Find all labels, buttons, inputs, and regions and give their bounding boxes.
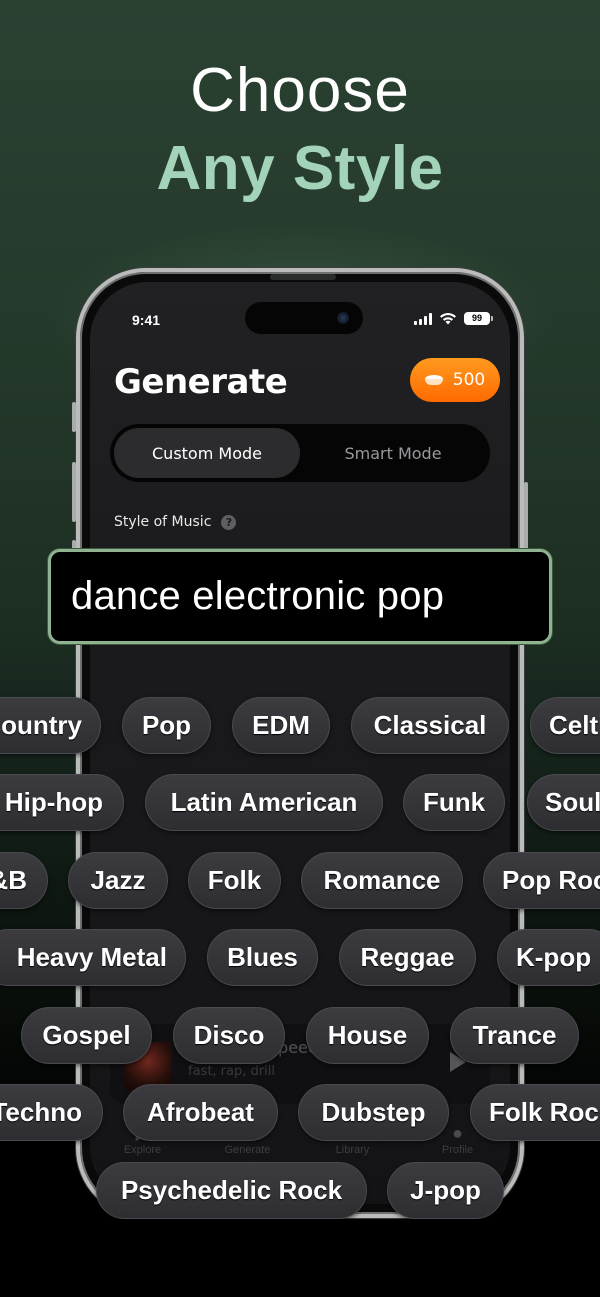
chip-country[interactable]: Country xyxy=(0,697,101,754)
credits-badge[interactable]: 500 xyxy=(410,358,500,402)
side-button-action xyxy=(72,402,76,432)
chip-afrobeat[interactable]: Afrobeat xyxy=(123,1084,278,1141)
chip-folk-rock[interactable]: Folk Rock xyxy=(470,1084,600,1141)
page-title: Generate xyxy=(114,362,288,402)
help-icon[interactable]: ? xyxy=(221,514,237,530)
headline-line-1: Choose xyxy=(190,56,410,125)
chip-blues[interactable]: Blues xyxy=(207,929,318,986)
chip-r-and-b[interactable]: R&B xyxy=(0,852,48,909)
chip-romance[interactable]: Romance xyxy=(301,852,463,909)
mode-toggle: Custom Mode Smart Mode xyxy=(110,424,490,482)
coin-icon xyxy=(424,375,443,385)
chip-folk[interactable]: Folk xyxy=(188,852,281,909)
style-label-text: Style of Music xyxy=(114,514,212,530)
dynamic-island xyxy=(245,302,363,334)
style-input-value: dance electronic pop xyxy=(71,574,445,618)
chip-hip-hop[interactable]: Hip-hop xyxy=(0,774,124,831)
tab-custom-mode[interactable]: Custom Mode xyxy=(114,428,300,478)
signal-icon xyxy=(414,312,432,325)
chip-gospel[interactable]: Gospel xyxy=(21,1007,152,1064)
chip-pop[interactable]: Pop xyxy=(122,697,211,754)
chip-techno[interactable]: Techno xyxy=(0,1084,103,1141)
battery-icon: 99 xyxy=(464,312,493,325)
style-of-music-input[interactable]: dance electronic pop xyxy=(48,549,552,644)
tab-smart-mode[interactable]: Smart Mode xyxy=(300,428,486,478)
chip-reggae[interactable]: Reggae xyxy=(339,929,476,986)
status-icons: 99 xyxy=(414,312,493,325)
tabbar-label: Generate xyxy=(224,1144,271,1156)
chip-heavy-metal[interactable]: Heavy Metal xyxy=(0,929,186,986)
track-tags: fast, rap, drill xyxy=(188,1064,275,1079)
chip-edm[interactable]: EDM xyxy=(232,697,330,754)
chip-house[interactable]: House xyxy=(306,1007,429,1064)
chip-jazz[interactable]: Jazz xyxy=(68,852,168,909)
style-of-music-label: Style of Music ? xyxy=(114,514,237,530)
headline: Choose Any Style xyxy=(0,60,600,200)
chip-classical[interactable]: Classical xyxy=(351,697,509,754)
chip-soul[interactable]: Soul xyxy=(527,774,600,831)
chip-disco[interactable]: Disco xyxy=(173,1007,285,1064)
chip-dubstep[interactable]: Dubstep xyxy=(298,1084,449,1141)
chip-j-pop[interactable]: J-pop xyxy=(387,1162,504,1219)
chip-celtic[interactable]: Celtic xyxy=(530,697,600,754)
headline-line-2: Any Style xyxy=(156,134,444,203)
chip-trance[interactable]: Trance xyxy=(450,1007,579,1064)
phone-speaker xyxy=(270,274,336,280)
chip-funk[interactable]: Funk xyxy=(403,774,505,831)
tabbar-label: Library xyxy=(335,1144,370,1156)
tabbar-label: Explore xyxy=(123,1144,162,1156)
chip-latin-american[interactable]: Latin American xyxy=(145,774,383,831)
tabbar-label: Profile xyxy=(441,1144,474,1156)
chip-pop-rock[interactable]: Pop Rock xyxy=(483,852,600,909)
side-button-volume-up xyxy=(72,462,76,522)
chip-psychedelic-rock[interactable]: Psychedelic Rock xyxy=(96,1162,367,1219)
wifi-icon xyxy=(440,313,456,325)
credits-count: 500 xyxy=(452,370,486,390)
status-time: 9:41 xyxy=(132,312,161,328)
chip-k-pop[interactable]: K-pop xyxy=(497,929,600,986)
camera-icon xyxy=(337,312,349,324)
